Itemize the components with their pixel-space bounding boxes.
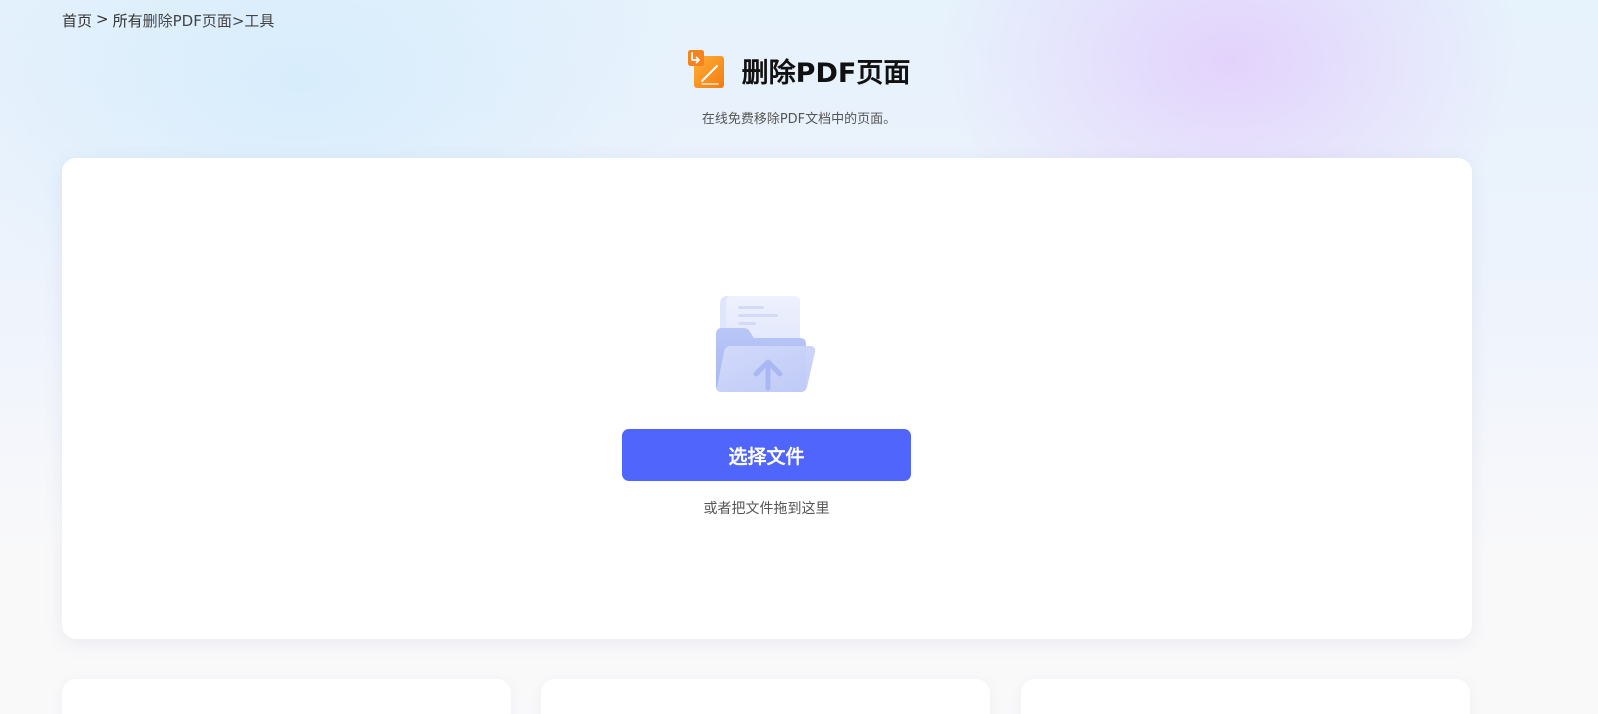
drag-hint-text: 或者把文件拖到这里 xyxy=(703,501,830,517)
title-row: 删除PDF页面 xyxy=(0,50,1598,90)
breadcrumb-home-link[interactable]: 首页 xyxy=(62,10,92,31)
breadcrumb-all-link[interactable]: 所有 xyxy=(113,10,143,31)
upload-dropzone[interactable]: 选择文件 或者把文件拖到这里 xyxy=(62,158,1472,639)
breadcrumb-current: 删除PDF页面>工具 xyxy=(142,12,275,30)
feature-card xyxy=(1021,679,1470,714)
select-file-button[interactable]: 选择文件 xyxy=(622,429,911,481)
delete-page-icon xyxy=(687,50,726,90)
breadcrumb: 首页 > 所有 删除PDF页面>工具 xyxy=(62,10,274,31)
feature-card xyxy=(62,679,511,714)
folder-upload-icon xyxy=(714,294,818,394)
page-title: 删除PDF页面 xyxy=(741,57,911,89)
page-subtitle: 在线免费移除PDF文档中的页面。 xyxy=(701,112,897,127)
feature-card xyxy=(541,679,990,714)
breadcrumb-separator: > xyxy=(96,10,109,28)
